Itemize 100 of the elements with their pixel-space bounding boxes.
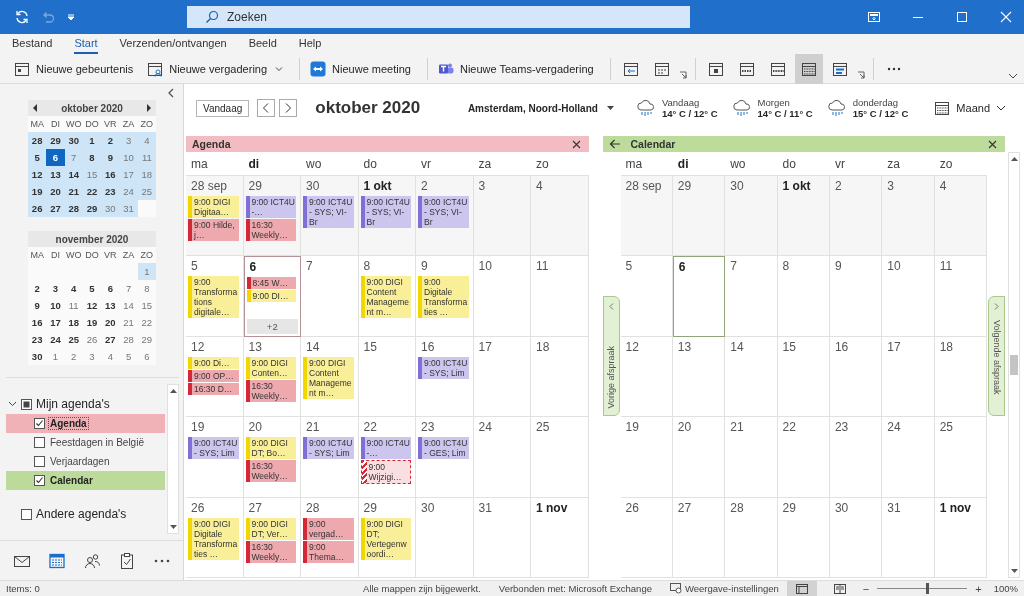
ribbon-display-icon[interactable] xyxy=(866,9,882,25)
day-cell[interactable]: 28 sep xyxy=(620,176,673,257)
day-cell[interactable]: 14 xyxy=(725,336,778,418)
date-cell[interactable]: 26 xyxy=(28,200,47,217)
calendar-item[interactable]: Feestdagen in België xyxy=(49,437,145,448)
date-cell[interactable]: 3 xyxy=(82,348,102,365)
view-dropdown[interactable]: Maand xyxy=(934,100,1006,116)
menu-tab[interactable]: Beeld xyxy=(248,37,277,54)
date-cell[interactable]: 15 xyxy=(137,297,156,314)
day-cell[interactable]: 23 xyxy=(829,417,883,498)
day-cell[interactable]: 8 9:00 DIGI Content Management m… xyxy=(358,256,416,337)
day-cell[interactable]: 30 9:00 ICT4U - SYS; VI-Br xyxy=(301,176,359,257)
day-cell[interactable]: 29 9:00 ICT4U -… 16:30 Weekly… xyxy=(243,176,301,257)
day-cell[interactable]: 30 xyxy=(416,497,474,578)
appointment[interactable]: 16:30 Weekly… xyxy=(245,219,296,241)
ribbon-button[interactable]: Nieuwe Teams-vergadering xyxy=(433,55,598,82)
date-cell[interactable]: 7 xyxy=(119,280,138,297)
next-button[interactable] xyxy=(279,99,298,117)
day-cell[interactable]: 1 okt xyxy=(777,176,830,257)
day-cell[interactable]: 31 xyxy=(473,497,531,578)
day-cell[interactable]: 4 xyxy=(531,176,589,257)
date-cell[interactable]: 10 xyxy=(46,297,65,314)
date-cell[interactable]: 18 xyxy=(64,314,83,331)
day-cell[interactable]: 11 xyxy=(531,256,589,337)
day-cell[interactable]: 6 xyxy=(672,256,726,337)
search-field[interactable]: Zoeken xyxy=(187,6,690,28)
day-cell[interactable]: 12 9:00 Di… 9:00 OP… 16:30 D… xyxy=(186,336,244,418)
day-cell[interactable]: 18 xyxy=(934,336,987,418)
next-month-icon[interactable] xyxy=(146,104,152,112)
appointment[interactable]: 9:00 vergad… xyxy=(303,517,354,540)
date-cell[interactable]: 4 xyxy=(64,280,83,297)
day-cell[interactable]: 18 xyxy=(531,336,589,418)
calendar-icon[interactable] xyxy=(47,551,66,570)
date-cell[interactable]: 30 xyxy=(101,200,120,217)
day-cell[interactable]: 16 xyxy=(829,336,883,418)
appointment[interactable]: 9:00 ICT4U - SYS; VI-Br xyxy=(303,196,354,228)
date-cell[interactable]: 3 xyxy=(46,280,65,297)
checkbox[interactable] xyxy=(34,437,45,448)
day-cell[interactable]: 6 8:45 W… 9:00 DI… +2 xyxy=(243,256,301,337)
day-cell[interactable]: 15 xyxy=(358,336,416,418)
appointment[interactable]: 9:00 DIGI Digitale Transformaties … xyxy=(188,517,239,560)
day-cell[interactable]: 22 xyxy=(777,417,830,498)
maximize-icon[interactable] xyxy=(954,9,970,25)
appointment[interactable]: 16:30 D… xyxy=(188,382,239,395)
date-cell[interactable]: 12 xyxy=(28,166,47,183)
day-cell[interactable]: 25 xyxy=(531,417,589,498)
day-cell[interactable]: 29 xyxy=(777,497,830,578)
location-dropdown[interactable]: Amsterdam, Noord-Holland xyxy=(467,102,614,114)
appointment[interactable]: 9:00 ICT4U - SYS; VI-Br xyxy=(360,196,411,228)
checkbox[interactable] xyxy=(34,418,45,429)
day-cell[interactable]: 14 9:00 DIGI Content Management m… xyxy=(301,336,359,418)
day-cell[interactable]: 28 xyxy=(725,497,778,578)
day-cell[interactable]: 20 xyxy=(672,417,726,498)
date-cell[interactable]: 11 xyxy=(64,297,83,314)
appointment[interactable]: 16:30 Weekly… xyxy=(245,460,296,483)
day-cell[interactable]: 2 9:00 ICT4U - SYS; VI-Br xyxy=(416,176,474,257)
day-cell[interactable]: 16 9:00 ICT4U - SYS; Lim xyxy=(416,336,474,418)
day-cell[interactable]: 31 xyxy=(882,497,935,578)
appointment[interactable]: 16:30 Weekly… xyxy=(245,540,296,563)
appointment[interactable]: 9:00 ICT4U - SYS; Lim xyxy=(303,437,354,460)
date-cell[interactable]: 17 xyxy=(46,314,65,331)
day-cell[interactable]: 19 xyxy=(620,417,673,498)
close-icon[interactable] xyxy=(998,9,1014,25)
date-cell[interactable]: 24 xyxy=(119,183,138,200)
zoom-out-button[interactable]: − xyxy=(862,582,870,595)
appointment[interactable]: 8:45 W… xyxy=(246,277,296,290)
day-cell[interactable]: 21 xyxy=(725,417,778,498)
day-cell[interactable]: 11 xyxy=(934,256,987,337)
day-cell[interactable]: 13 xyxy=(672,336,726,418)
day-cell[interactable]: 9 9:00 Digitale Transformaties … xyxy=(416,256,474,337)
day-cell[interactable]: 26 9:00 DIGI Digitale Transformaties … xyxy=(186,497,244,578)
appointment[interactable]: 9:00 DIGI Content Management m… xyxy=(303,356,354,399)
date-cell[interactable]: 1 xyxy=(137,263,156,280)
day-cell[interactable]: 29 xyxy=(672,176,726,257)
day-cell[interactable]: 4 xyxy=(934,176,987,257)
day-cell[interactable]: 5 9:00 Transformations digitale… xyxy=(186,256,244,337)
date-cell[interactable]: 22 xyxy=(137,314,156,331)
date-cell[interactable]: 31 xyxy=(119,200,138,217)
day-cell[interactable]: 1 nov xyxy=(531,497,589,578)
appointment[interactable]: 9:00 Thema… xyxy=(303,540,354,563)
date-cell[interactable]: 2 xyxy=(64,348,83,365)
day-cell[interactable]: 3 xyxy=(882,176,935,257)
date-cell[interactable]: 5 xyxy=(28,149,47,166)
date-cell[interactable]: 2 xyxy=(101,132,120,149)
date-cell[interactable]: 28 xyxy=(28,132,47,149)
launcher-icon[interactable] xyxy=(678,71,687,79)
close-icon[interactable] xyxy=(988,139,997,149)
date-cell[interactable]: 25 xyxy=(64,331,83,348)
date-cell[interactable]: 6 xyxy=(101,280,120,297)
date-cell[interactable]: 19 xyxy=(28,183,47,200)
day-cell[interactable]: 7 xyxy=(725,256,778,337)
previous-button[interactable] xyxy=(257,99,276,117)
group-label[interactable]: Andere agenda's xyxy=(36,507,127,521)
date-cell[interactable]: 23 xyxy=(28,331,47,348)
date-cell[interactable]: 29 xyxy=(46,132,65,149)
ribbon-button[interactable]: Nieuwe meeting xyxy=(306,55,415,82)
ribbon-button[interactable]: Nieuwe vergadering xyxy=(143,55,288,82)
more-button[interactable]: +2 xyxy=(246,318,298,334)
view-button[interactable] xyxy=(794,53,823,84)
collapse-ribbon-icon[interactable] xyxy=(1008,72,1018,80)
